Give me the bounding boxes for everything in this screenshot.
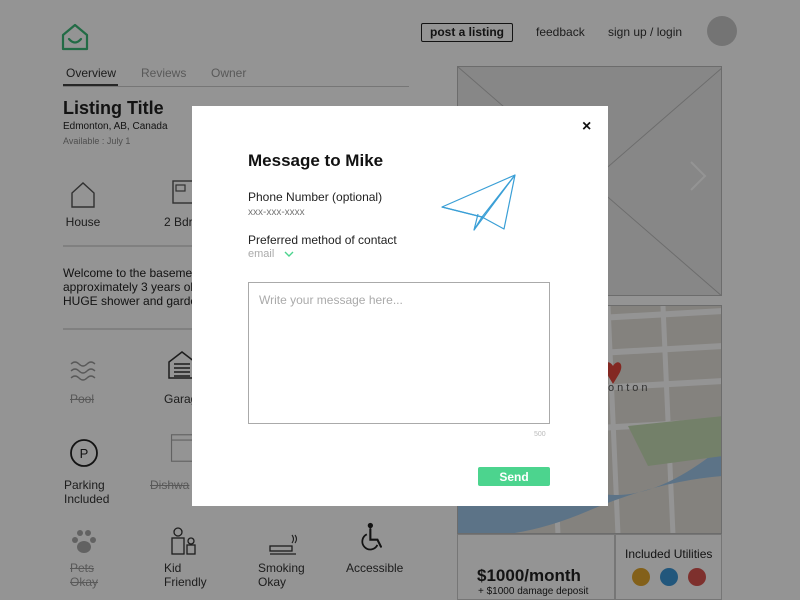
modal-title: Message to Mike [248, 151, 384, 170]
paper-plane-icon [441, 174, 516, 231]
send-button[interactable]: Send [478, 467, 550, 486]
message-textarea[interactable] [248, 282, 550, 424]
phone-label: Phone Number (optional) [248, 190, 383, 204]
close-icon[interactable]: × [582, 118, 591, 136]
phone-input[interactable] [248, 205, 398, 219]
contact-method-select[interactable]: email [248, 248, 274, 260]
character-counter: 500 [534, 431, 546, 438]
chevron-down-icon[interactable] [283, 249, 295, 259]
contact-method-label: Preferred method of contact [248, 233, 397, 247]
